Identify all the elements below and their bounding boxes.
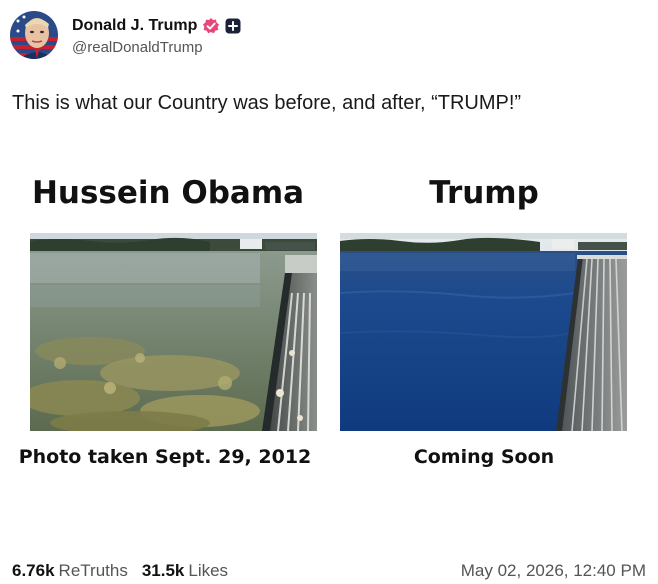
- after-caption: Coming Soon: [413, 446, 555, 468]
- before-panel: Hussein Obama Photo taken Sept. 29, 2012: [18, 172, 318, 468]
- after-photo[interactable]: [340, 233, 627, 431]
- author-handle[interactable]: @realDonaldTrump: [72, 39, 241, 56]
- before-title: Hussein Obama: [31, 175, 305, 211]
- likes-stat[interactable]: 31.5k Likes: [142, 561, 228, 581]
- avatar[interactable]: [10, 11, 58, 59]
- likes-count: 31.5k: [141, 561, 185, 580]
- verified-badge-icon: [202, 17, 220, 35]
- post-timestamp[interactable]: May 02, 2026, 12:40 PM: [461, 561, 646, 581]
- likes-label: Likes: [188, 561, 229, 580]
- before-photo[interactable]: [30, 233, 317, 431]
- retruths-count: 6.76k: [12, 561, 55, 580]
- before-caption: Photo taken Sept. 29, 2012: [18, 446, 312, 468]
- retruths-stat[interactable]: 6.76k ReTruths: [12, 561, 128, 581]
- post-header: Donald J. Trump @realDonaldTrump: [10, 10, 241, 60]
- retruths-label: ReTruths: [58, 561, 128, 580]
- after-panel: Trump Coming Soon: [334, 172, 634, 468]
- after-title: Trump: [429, 175, 539, 211]
- author-display-name[interactable]: Donald J. Trump: [72, 17, 197, 35]
- post-footer: 6.76k ReTruths 31.5k Likes May 02, 2026,…: [12, 560, 646, 582]
- plus-badge-icon: [225, 18, 241, 34]
- author-info: Donald J. Trump @realDonaldTrump: [72, 15, 241, 56]
- post-text: This is what our Country was before, and…: [12, 92, 522, 114]
